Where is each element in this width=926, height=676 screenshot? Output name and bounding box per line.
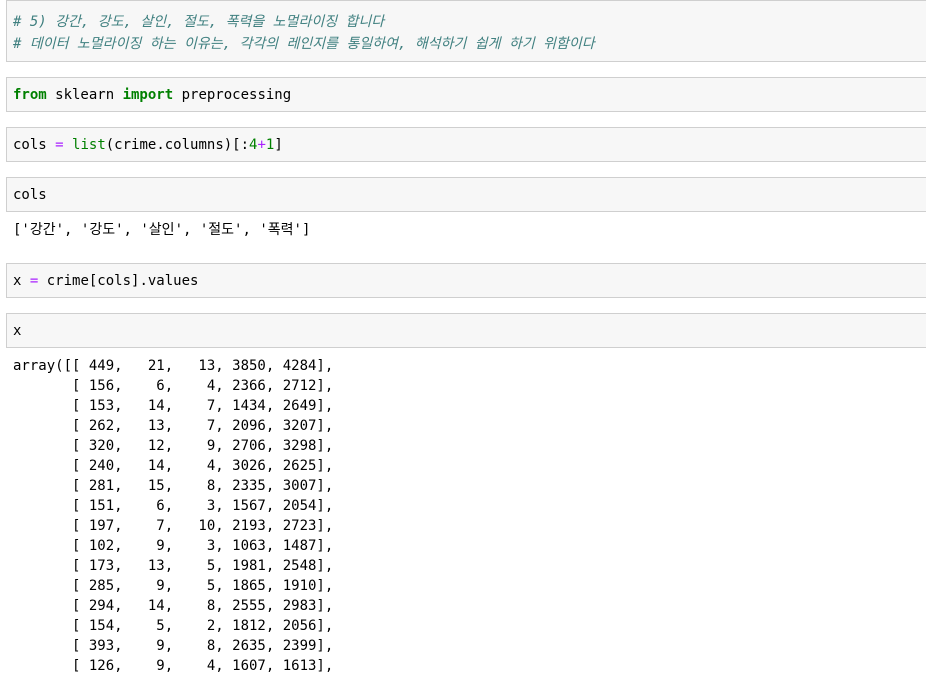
cols-assign-statement: cols = list(crime.columns)[:4+1] <box>13 135 283 155</box>
expr-values: crime[cols].values <box>38 273 199 289</box>
op-plus: + <box>257 137 266 153</box>
array-row: [ 262, 13, 7, 2096, 3207], <box>13 418 334 434</box>
array-row: [ 154, 5, 2, 1812, 2056], <box>13 618 334 634</box>
array-row: [ 197, 7, 10, 2193, 2723], <box>13 518 334 534</box>
code-cell-cols[interactable]: cols <box>6 177 926 212</box>
keyword-import: import <box>122 87 174 103</box>
code-cell-import[interactable]: from sklearn import preprocessing <box>6 77 926 112</box>
cols-output: ['강간', '강도', '살인', '절도', '폭력'] <box>13 222 311 238</box>
array-row: [ 285, 9, 5, 1865, 1910], <box>13 578 334 594</box>
comment-line-1: # 5) 강간, 강도, 살인, 절도, 폭력을 노멀라이징 합니다 <box>13 14 385 30</box>
x-assign-statement: x = crime[cols].values <box>13 271 198 291</box>
array-row: [ 393, 9, 8, 2635, 2399], <box>13 638 334 654</box>
import-statement: from sklearn import preprocessing <box>13 85 291 105</box>
array-row: [ 294, 14, 8, 2555, 2983], <box>13 598 334 614</box>
expr-columns: (crime.columns)[: <box>105 137 250 153</box>
code-cell-cols-assign[interactable]: cols = list(crime.columns)[:4+1] <box>6 127 926 162</box>
array-row: [ 153, 14, 7, 1434, 2649], <box>13 398 334 414</box>
op-assign: = <box>55 137 64 153</box>
module-name: sklearn <box>46 87 123 103</box>
keyword-from: from <box>13 87 47 103</box>
array-row: [ 126, 9, 4, 1607, 1613], <box>13 658 334 674</box>
array-row: [ 173, 13, 5, 1981, 2548], <box>13 558 334 574</box>
array-row: [ 151, 6, 3, 1567, 2054], <box>13 498 334 514</box>
comment-line-2: # 데이터 노멀라이징 하는 이유는, 각각의 레인지를 통일하여, 해석하기 … <box>13 36 595 52</box>
cols-expression: cols <box>13 187 47 203</box>
bracket-close: ] <box>274 137 283 153</box>
code-cell-comments[interactable]: # 5) 강간, 강도, 살인, 절도, 폭력을 노멀라이징 합니다 # 데이터… <box>6 0 926 62</box>
array-output: array([[ 449, 21, 13, 3850, 4284], [ 156… <box>13 356 333 676</box>
x-expression: x <box>13 323 22 339</box>
var-cols: cols <box>13 137 56 153</box>
code-cell-x[interactable]: x <box>6 313 926 348</box>
array-row: array([[ 449, 21, 13, 3850, 4284], <box>13 358 334 374</box>
array-row: [ 156, 6, 4, 2366, 2712], <box>13 378 334 394</box>
array-row: [ 320, 12, 9, 2706, 3298], <box>13 438 334 454</box>
array-row: [ 240, 14, 4, 3026, 2625], <box>13 458 334 474</box>
var-x: x <box>13 273 30 289</box>
array-row: [ 281, 15, 8, 2335, 3007], <box>13 478 334 494</box>
array-row: [ 102, 9, 3, 1063, 1487], <box>13 538 334 554</box>
import-name: preprocessing <box>173 87 292 103</box>
builtin-list: list <box>72 137 106 153</box>
code-cell-x-assign[interactable]: x = crime[cols].values <box>6 263 926 298</box>
